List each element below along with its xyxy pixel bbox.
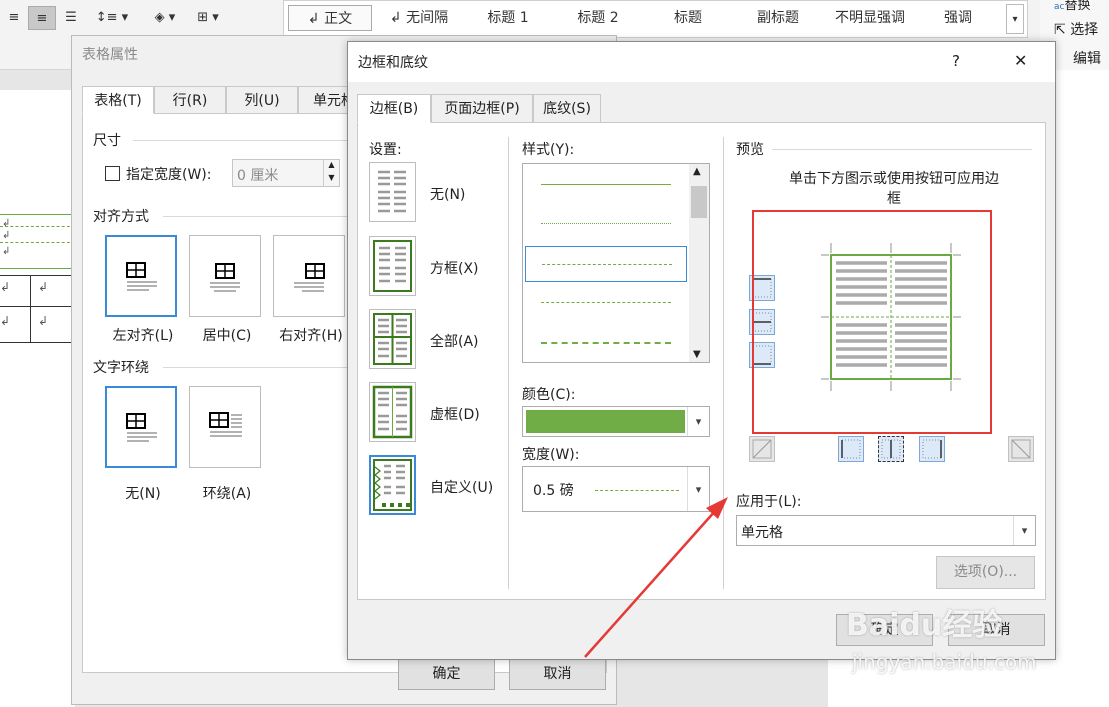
watermark-logo: Baidu经验 — [846, 608, 1003, 643]
watermark-url: jingyan.baidu.com — [852, 650, 1037, 674]
tab-borders[interactable]: 边框(B) — [357, 94, 431, 123]
tab-table[interactable]: 表格(T) — [82, 86, 154, 114]
